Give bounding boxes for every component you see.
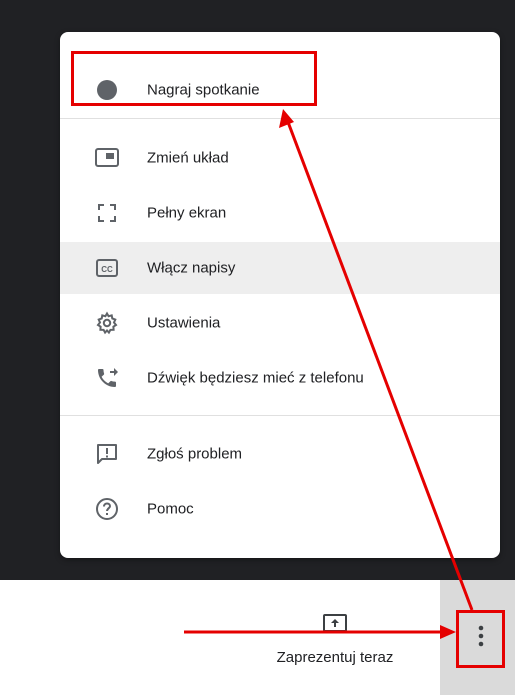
menu-item-label: Nagraj spotkanie — [147, 81, 260, 99]
menu-item-fullscreen[interactable]: Pełny ekran — [60, 187, 500, 239]
settings-gear-icon — [94, 310, 120, 336]
help-icon — [94, 496, 120, 522]
more-options-button[interactable] — [458, 611, 503, 666]
menu-item-change-layout[interactable]: Zmień układ — [60, 132, 500, 184]
present-screen-icon — [322, 613, 348, 635]
menu-item-label: Zmień układ — [147, 149, 229, 167]
phone-forward-icon — [94, 365, 120, 391]
menu-item-captions[interactable]: CC Włącz napisy — [60, 242, 500, 294]
menu-item-help[interactable]: Pomoc — [60, 483, 500, 535]
menu-item-report-problem[interactable]: Zgłoś problem — [60, 428, 500, 480]
menu-item-phone-audio[interactable]: Dźwięk będziesz mieć z telefonu — [60, 352, 500, 404]
closed-captions-icon: CC — [94, 255, 120, 281]
present-now-button[interactable]: Zaprezentuj teraz — [250, 600, 420, 680]
menu-divider — [60, 415, 500, 416]
layout-icon — [94, 145, 120, 171]
report-problem-icon — [94, 441, 120, 467]
menu-divider — [60, 118, 500, 119]
present-now-label: Zaprezentuj teraz — [276, 649, 394, 666]
menu-item-label: Zgłoś problem — [147, 445, 243, 463]
menu-item-record-meeting[interactable]: Nagraj spotkanie — [60, 64, 500, 116]
menu-item-label: Pełny ekran — [147, 204, 227, 222]
menu-item-settings[interactable]: Ustawienia — [60, 297, 500, 349]
menu-item-label: Dźwięk będziesz mieć z telefonu — [147, 369, 364, 387]
menu-item-label: Ustawienia — [147, 314, 221, 332]
record-dot-icon — [94, 77, 120, 103]
svg-text:CC: CC — [101, 265, 113, 274]
more-options-menu: Nagraj spotkanie Zmień układ Pełny ekran… — [60, 32, 500, 558]
menu-item-label: Włącz napisy — [147, 259, 236, 277]
menu-item-label: Pomoc — [147, 500, 194, 518]
fullscreen-icon — [94, 200, 120, 226]
more-vert-icon — [478, 625, 484, 652]
